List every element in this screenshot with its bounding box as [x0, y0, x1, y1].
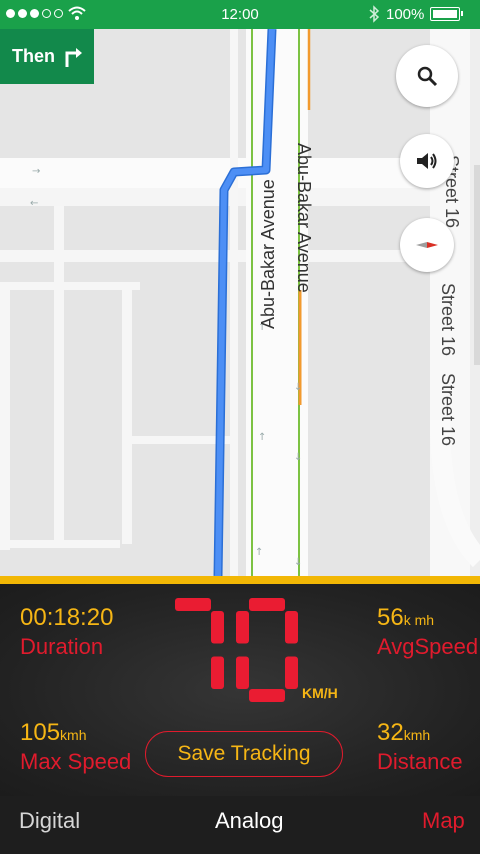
battery-percent: 100% [386, 6, 425, 23]
speed-segment [211, 656, 224, 689]
street-label-main-left: Abu-Bakar Avenue [258, 179, 278, 329]
dashboard-divider [0, 576, 480, 584]
search-button[interactable] [396, 45, 458, 107]
speed-segment [236, 611, 249, 644]
bottom-tab-bar: Digital Analog Map [0, 796, 480, 854]
distance-value: 32kmh [377, 719, 431, 746]
svg-text:↓: ↓ [294, 382, 302, 393]
save-tracking-button[interactable]: Save Tracking [145, 731, 343, 777]
duration-value: 00:18:20 [20, 604, 114, 631]
max-speed-value: 105kmh [20, 719, 87, 746]
distance-label: Distance [377, 749, 463, 774]
street-label-side-b: Street 16 [438, 283, 458, 357]
svg-text:←: ← [30, 198, 38, 209]
tab-map[interactable]: Map [422, 808, 465, 834]
distance-unit: kmh [403, 727, 431, 743]
then-label: Then [12, 46, 55, 66]
volume-icon [417, 153, 437, 169]
tab-analog[interactable]: Analog [215, 808, 284, 834]
street-label-main-right: Abu-Bakar Avenue [294, 143, 314, 293]
speed-unit: KM/H [302, 685, 338, 701]
svg-text:↑: ↑ [255, 547, 263, 558]
svg-text:↓: ↓ [294, 452, 302, 463]
speed-segment [285, 656, 298, 689]
bluetooth-icon [369, 5, 380, 23]
speed-segment [249, 689, 285, 702]
speed-segment [249, 598, 285, 611]
turn-right-icon [65, 47, 82, 67]
speed-segment [175, 598, 211, 611]
svg-text:→: → [32, 166, 40, 177]
search-icon [417, 66, 438, 87]
street-label-side-c: Street 16 [438, 373, 458, 447]
compass-icon [416, 242, 438, 248]
tab-digital[interactable]: Digital [19, 808, 80, 834]
avg-speed-unit: k mh [403, 612, 435, 628]
map-roads: → ← ↑ ↑ ↑ ↓ ↓ ↓ [0, 29, 480, 576]
volume-button[interactable] [400, 134, 454, 188]
speed-segment [211, 611, 224, 644]
speed-segment [236, 656, 249, 689]
compass-button[interactable] [400, 218, 454, 272]
max-speed-label: Max Speed [20, 749, 132, 774]
speed-readout [175, 598, 298, 702]
svg-text:↓: ↓ [294, 557, 302, 568]
speed-segment [285, 611, 298, 644]
avg-speed-label: AvgSpeed [377, 634, 479, 659]
status-bar: 12:00 100% [0, 0, 480, 29]
svg-text:↑: ↑ [258, 432, 266, 443]
map-view[interactable]: → ← ↑ ↑ ↑ ↓ ↓ ↓ Abu-Bakar Avenue Abu-Bak… [0, 29, 480, 576]
avg-speed-value: 56k mh [377, 604, 435, 631]
duration-label: Duration [20, 634, 104, 659]
max-speed-unit: kmh [60, 727, 87, 743]
next-turn-banner[interactable]: Then [0, 29, 94, 84]
battery-icon [430, 7, 463, 21]
